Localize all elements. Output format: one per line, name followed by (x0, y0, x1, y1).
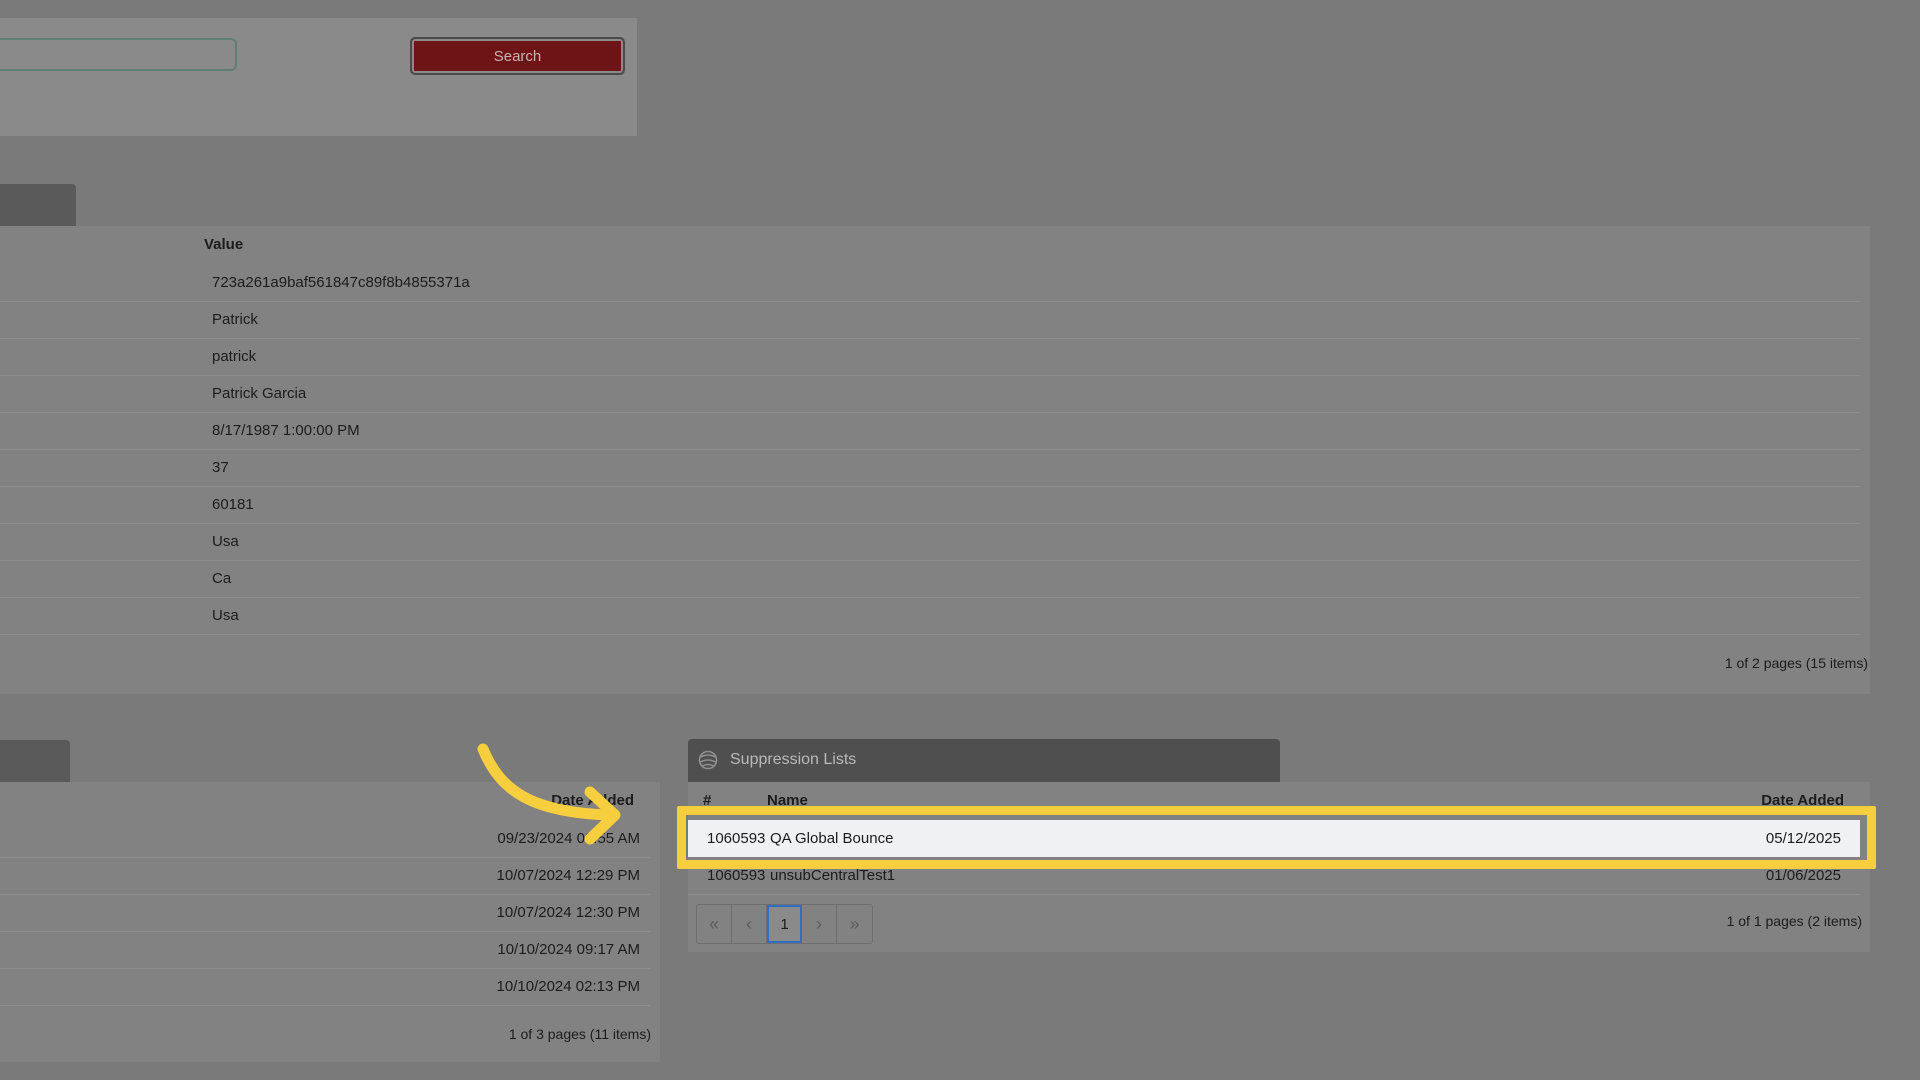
date-added-cell: 10/10/2024 09:17 AM (497, 941, 640, 958)
table-row[interactable]: Usa (0, 597, 1860, 635)
table-row[interactable]: patrick (0, 338, 1860, 376)
history-tab[interactable] (0, 740, 70, 782)
suppression-pager: « ‹ 1 › » (696, 904, 873, 944)
table-row[interactable]: 37 (0, 449, 1860, 487)
attribute-value: 723a261a9baf561847c89f8b4855371a (212, 274, 470, 291)
globe-icon (698, 750, 718, 770)
date-added-cell: 10/07/2024 12:30 PM (496, 904, 640, 921)
suppression-lists-title: Suppression Lists (730, 751, 857, 768)
pointer-arrow-icon (477, 743, 621, 845)
pager-last-button[interactable]: » (837, 905, 872, 943)
table-row[interactable]: Usa (0, 523, 1860, 561)
pager-prev-button[interactable]: ‹ (732, 905, 767, 943)
search-input[interactable] (0, 38, 237, 71)
history-pager-summary: 1 of 3 pages (11 items) (508, 1026, 651, 1042)
pager-next-button[interactable]: › (802, 905, 837, 943)
attributes-tab[interactable] (0, 184, 76, 226)
highlight-box (677, 806, 1876, 869)
table-row[interactable]: 60181 (0, 486, 1860, 524)
date-added-cell: 10/07/2024 12:29 PM (496, 867, 640, 884)
attribute-value: Patrick (212, 311, 258, 328)
table-row[interactable]: 723a261a9baf561847c89f8b4855371a (0, 264, 1860, 302)
attribute-value: Ca (212, 570, 232, 587)
suppression-pager-summary: 1 of 1 pages (2 items) (1726, 913, 1862, 929)
attribute-value: 37 (212, 459, 229, 476)
table-row[interactable]: 8/17/1987 1:00:00 PM (0, 412, 1860, 450)
pager-first-button[interactable]: « (697, 905, 732, 943)
date-added-cell: 10/10/2024 02:13 PM (496, 978, 640, 995)
attribute-value: Usa (212, 533, 239, 550)
attribute-value: patrick (212, 348, 257, 365)
suppression-lists-tab[interactable]: Suppression Lists (688, 739, 1280, 782)
attribute-value: Usa (212, 607, 239, 624)
table-row[interactable]: Ca (0, 560, 1860, 598)
pager-page-1[interactable]: 1 (767, 905, 802, 943)
attribute-value: 60181 (212, 496, 254, 513)
attribute-value: 8/17/1987 1:00:00 PM (212, 422, 360, 439)
table-row[interactable]: Patrick (0, 301, 1860, 339)
search-panel (0, 18, 637, 136)
search-button[interactable]: Search (410, 37, 625, 75)
attribute-value: Patrick Garcia (212, 385, 307, 402)
suppression-id: 1060593 (707, 867, 766, 884)
suppression-name: unsubCentralTest1 (770, 867, 896, 884)
value-column-header: Value (204, 236, 244, 253)
table-row[interactable]: Patrick Garcia (0, 375, 1860, 413)
suppression-date: 01/06/2025 (1765, 867, 1841, 884)
attributes-pager-summary: 1 of 2 pages (15 items) (1724, 655, 1868, 671)
